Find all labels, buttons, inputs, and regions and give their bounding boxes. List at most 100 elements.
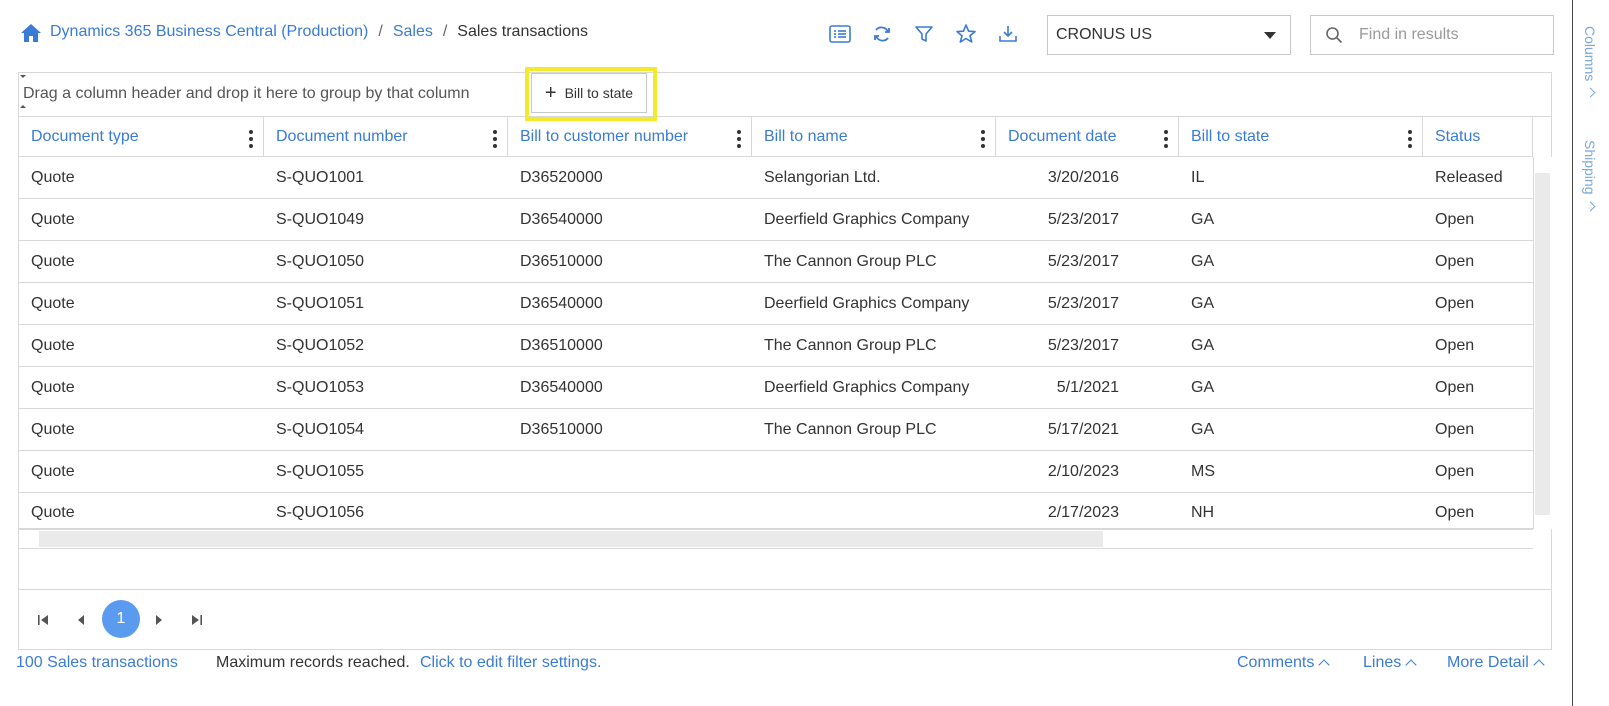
column-header[interactable]: Status [1423, 117, 1533, 157]
table-row[interactable]: Quote S-QUO1051 D36540000 Deerfield Grap… [19, 283, 1533, 325]
top-bar: Dynamics 365 Business Central (Productio… [0, 0, 1570, 70]
table-row[interactable]: Quote S-QUO1052 D36510000 The Cannon Gro… [19, 325, 1533, 367]
column-header[interactable]: Bill to state [1179, 117, 1423, 157]
cell-document-number[interactable]: S-QUO1056 [264, 493, 508, 529]
record-count-link[interactable]: 100 Sales transactions [16, 654, 178, 672]
lines-label: Lines [1363, 654, 1402, 671]
next-page-icon[interactable] [151, 612, 167, 628]
search-icon [1326, 27, 1343, 44]
cell-bill-to-state: GA [1191, 379, 1215, 396]
cell-document-type: Quote [31, 504, 75, 521]
chevron-down-icon [1585, 87, 1595, 98]
columns-pane-tab[interactable]: Columns [1582, 26, 1598, 98]
table-row[interactable]: Quote S-QUO1054 D36510000 The Cannon Gro… [19, 409, 1533, 451]
shipping-pane-tab[interactable]: Shipping [1582, 140, 1598, 211]
search-input[interactable] [1357, 25, 1531, 45]
cell-document-number[interactable]: S-QUO1052 [264, 325, 508, 367]
cell-document-date: 5/23/2017 [1047, 211, 1119, 228]
filter-icon[interactable] [912, 22, 936, 46]
column-header-label: Document number [276, 128, 408, 145]
more-options-icon[interactable] [737, 130, 741, 148]
more-options-icon[interactable] [981, 130, 985, 148]
cell-customer-number [508, 493, 752, 529]
cell-document-number[interactable]: S-QUO1051 [264, 283, 508, 325]
column-header[interactable]: Document number [264, 117, 508, 157]
grid-body: Quote S-QUO1001 D36520000 Selangorian Lt… [19, 157, 1533, 529]
star-icon[interactable] [954, 22, 978, 46]
search-box [1310, 15, 1554, 55]
cell-status: Open [1435, 211, 1475, 228]
data-grid: Drag a column header and drop it here to… [18, 67, 1552, 650]
cell-status: Open [1435, 295, 1475, 312]
cell-bill-to-state: GA [1191, 337, 1215, 354]
cell-status: Open [1435, 463, 1475, 480]
cell-bill-to-name: The Cannon Group PLC [764, 253, 937, 270]
breadcrumb-root-link[interactable]: Dynamics 365 Business Central (Productio… [50, 23, 368, 41]
cell-customer-number: D36510000 [520, 421, 603, 438]
cell-status: Open [1435, 337, 1475, 354]
more-options-icon[interactable] [1164, 130, 1168, 148]
more-options-icon[interactable] [493, 130, 497, 148]
last-page-icon[interactable] [189, 612, 205, 628]
edit-filter-link[interactable]: Click to edit filter settings. [420, 654, 601, 672]
more-detail-toggle[interactable]: More Detail [1447, 654, 1545, 672]
cell-document-date: 5/17/2021 [1047, 421, 1119, 438]
group-chip-bill-to-state[interactable]: + Bill to state [531, 73, 647, 113]
home-icon[interactable] [20, 22, 42, 44]
more-options-icon[interactable] [1408, 130, 1412, 148]
scrollbar-thumb[interactable] [39, 531, 1103, 547]
cell-bill-to-name: The Cannon Group PLC [764, 421, 937, 438]
lines-toggle[interactable]: Lines [1363, 654, 1417, 672]
cell-customer-number: D36520000 [520, 169, 603, 186]
comments-label: Comments [1237, 654, 1315, 671]
download-icon[interactable] [996, 22, 1020, 46]
vertical-scrollbar[interactable] [1533, 157, 1552, 529]
cell-status: Open [1435, 253, 1475, 270]
chevron-down-icon [1585, 201, 1595, 211]
table-row[interactable]: Quote S-QUO1055 2/10/2023 MS Open [19, 451, 1533, 493]
cell-document-number[interactable]: S-QUO1054 [264, 409, 508, 451]
shipping-pane-label: Shipping [1582, 140, 1598, 195]
table-row[interactable]: Quote S-QUO1050 D36510000 The Cannon Gro… [19, 241, 1533, 283]
refresh-icon[interactable] [870, 22, 894, 46]
cell-document-number[interactable]: S-QUO1001 [264, 157, 508, 199]
more-options-icon[interactable] [249, 130, 253, 148]
previous-page-icon[interactable] [73, 612, 89, 628]
cell-document-date: 5/1/2021 [1056, 379, 1119, 396]
group-drop-zone[interactable]: Drag a column header and drop it here to… [19, 67, 1551, 121]
first-page-icon[interactable] [35, 612, 51, 628]
group-chip-label: Bill to state [564, 85, 634, 101]
comments-toggle[interactable]: Comments [1237, 654, 1331, 672]
column-header[interactable]: Document date [996, 117, 1179, 157]
toolbar-icons [828, 22, 1020, 46]
cell-customer-number: D36540000 [520, 379, 603, 396]
horizontal-scrollbar[interactable] [19, 529, 1533, 549]
company-select[interactable]: CRONUS US [1047, 15, 1291, 55]
table-row[interactable]: Quote S-QUO1056 2/17/2023 NH Open [19, 493, 1533, 529]
cell-status: Open [1435, 379, 1475, 396]
breadcrumb: Dynamics 365 Business Central (Productio… [50, 23, 588, 41]
columns-pane-label: Columns [1582, 26, 1598, 82]
table-row[interactable]: Quote S-QUO1053 D36540000 Deerfield Grap… [19, 367, 1533, 409]
column-header[interactable]: Bill to customer number [508, 117, 752, 157]
cell-document-date: 3/20/2016 [1047, 169, 1119, 186]
cell-document-number[interactable]: S-QUO1055 [264, 451, 508, 493]
list-icon[interactable] [828, 22, 852, 46]
breadcrumb-sales-link[interactable]: Sales [393, 23, 433, 41]
cell-document-number[interactable]: S-QUO1049 [264, 199, 508, 241]
cell-document-number[interactable]: S-QUO1053 [264, 367, 508, 409]
table-row[interactable]: Quote S-QUO1001 D36520000 Selangorian Lt… [19, 157, 1533, 199]
expand-arrow-icon [20, 105, 26, 108]
page-number-button[interactable]: 1 [102, 600, 140, 638]
scrollbar-thumb[interactable] [1535, 173, 1550, 515]
breadcrumb-current: Sales transactions [457, 23, 589, 40]
cell-document-type: Quote [31, 421, 75, 438]
cell-document-type: Quote [31, 253, 75, 270]
cell-document-number[interactable]: S-QUO1050 [264, 241, 508, 283]
column-header-label: Bill to name [764, 128, 848, 145]
column-header[interactable]: Bill to name [752, 117, 996, 157]
table-row[interactable]: Quote S-QUO1049 D36540000 Deerfield Grap… [19, 199, 1533, 241]
column-header[interactable]: Document type [19, 117, 264, 157]
cell-customer-number: D36510000 [520, 253, 603, 270]
cell-bill-to-name [752, 451, 996, 493]
